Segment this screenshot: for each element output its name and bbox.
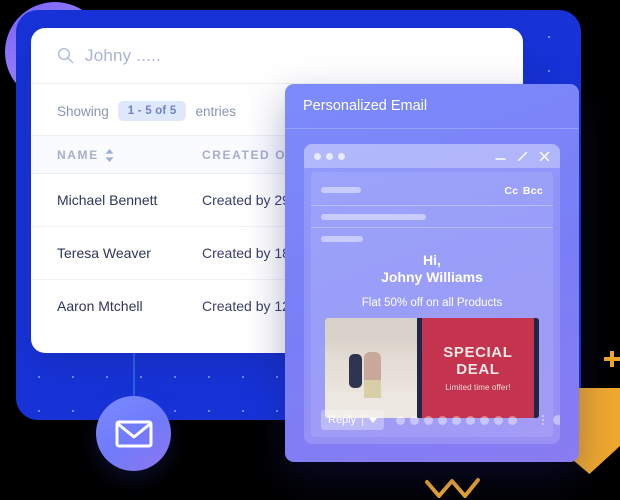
personalized-email-panel: Personalized Email Cc Bcc Hi, Johny Will… (285, 84, 579, 462)
email-greeting: Hi, Johny Williams (311, 252, 553, 286)
toolbar-dot[interactable] (494, 415, 504, 425)
toolbar-dot[interactable] (396, 415, 406, 425)
toolbar-dot[interactable] (452, 415, 462, 425)
kebab-dot (542, 415, 544, 417)
chevron-down-icon[interactable] (369, 417, 378, 423)
promo-subline: Limited time offer! (445, 383, 511, 392)
mail-footer-toolbar: Reply (311, 403, 560, 437)
greeting-line-1: Hi, (423, 252, 441, 268)
mail-client-mockup: Cc Bcc Hi, Johny Williams Flat 50% off o… (304, 144, 560, 444)
footer-right-controls[interactable] (542, 415, 560, 425)
cell-name: Teresa Weaver (57, 245, 151, 261)
plus-decoration (604, 351, 620, 367)
cell-name: Michael Bennett (57, 192, 158, 208)
reply-label: Reply (328, 414, 357, 426)
connector-line (133, 353, 135, 401)
to-field-placeholder (321, 187, 361, 193)
entries-label: entries (195, 103, 236, 119)
greeting-line-2: Johny Williams (381, 269, 483, 285)
body-field-row[interactable] (311, 228, 553, 246)
traffic-dot (326, 152, 333, 160)
subject-field-row[interactable] (311, 206, 553, 228)
traffic-dot (338, 152, 345, 160)
window-controls (495, 151, 550, 162)
subject-field-placeholder (321, 214, 426, 220)
column-header-created-on[interactable]: CREATED ON (202, 148, 296, 162)
expand-icon[interactable] (517, 151, 528, 162)
search-bar[interactable]: Johny ..... (31, 28, 523, 84)
cell-name: Aaron Mtchell (57, 298, 143, 314)
traffic-dot (314, 152, 321, 160)
email-offer-text: Flat 50% off on all Products (361, 297, 503, 309)
search-icon (57, 47, 74, 64)
photo-person-back (348, 354, 362, 388)
toolbar-icon-dots[interactable] (396, 415, 518, 425)
close-icon[interactable] (539, 151, 550, 162)
footer-circle-button[interactable] (553, 415, 560, 425)
reply-divider (362, 414, 364, 426)
illustration-stage: Johny ..... Showing 1 - 5 of 5 entries N… (0, 0, 620, 500)
cc-label[interactable]: Cc (504, 185, 518, 197)
cc-bcc-group[interactable]: Cc Bcc (504, 181, 543, 199)
kebab-dot (542, 419, 544, 421)
email-panel-title: Personalized Email (285, 84, 579, 129)
sort-updown-icon[interactable] (105, 148, 114, 162)
toolbar-dot[interactable] (508, 415, 518, 425)
kebab-dot (542, 423, 544, 425)
promo-headline-1: SPECIAL (443, 344, 513, 361)
bcc-label[interactable]: Bcc (523, 185, 543, 197)
promo-headline-2: DEAL (456, 361, 500, 378)
showing-label: Showing (57, 103, 109, 119)
to-field-row[interactable]: Cc Bcc (311, 172, 553, 206)
photo-ceiling (325, 318, 417, 340)
mail-window-titlebar (304, 144, 560, 168)
body-field-placeholder (321, 236, 363, 242)
toolbar-dot[interactable] (424, 415, 434, 425)
search-input[interactable]: Johny ..... (85, 46, 161, 66)
minimize-icon[interactable] (495, 152, 506, 161)
envelope-badge (96, 396, 171, 471)
mail-compose-body: Cc Bcc Hi, Johny Williams Flat 50% off o… (311, 172, 560, 437)
traffic-light-dots (314, 152, 345, 160)
toolbar-dot[interactable] (410, 415, 420, 425)
toolbar-dot[interactable] (466, 415, 476, 425)
zigzag-bottom-decoration (425, 478, 480, 498)
toolbar-dot[interactable] (438, 415, 448, 425)
toolbar-dot[interactable] (480, 415, 490, 425)
column-header-name-label: NAME (57, 148, 99, 162)
kebab-menu-icon[interactable] (542, 415, 544, 425)
entries-range-badge: 1 - 5 of 5 (117, 101, 187, 121)
reply-button[interactable]: Reply (321, 410, 385, 430)
column-header-created-on-label: CREATED ON (202, 148, 297, 162)
column-header-name[interactable]: NAME (57, 148, 202, 162)
envelope-icon (115, 420, 152, 447)
photo-person-shorts (363, 380, 381, 398)
